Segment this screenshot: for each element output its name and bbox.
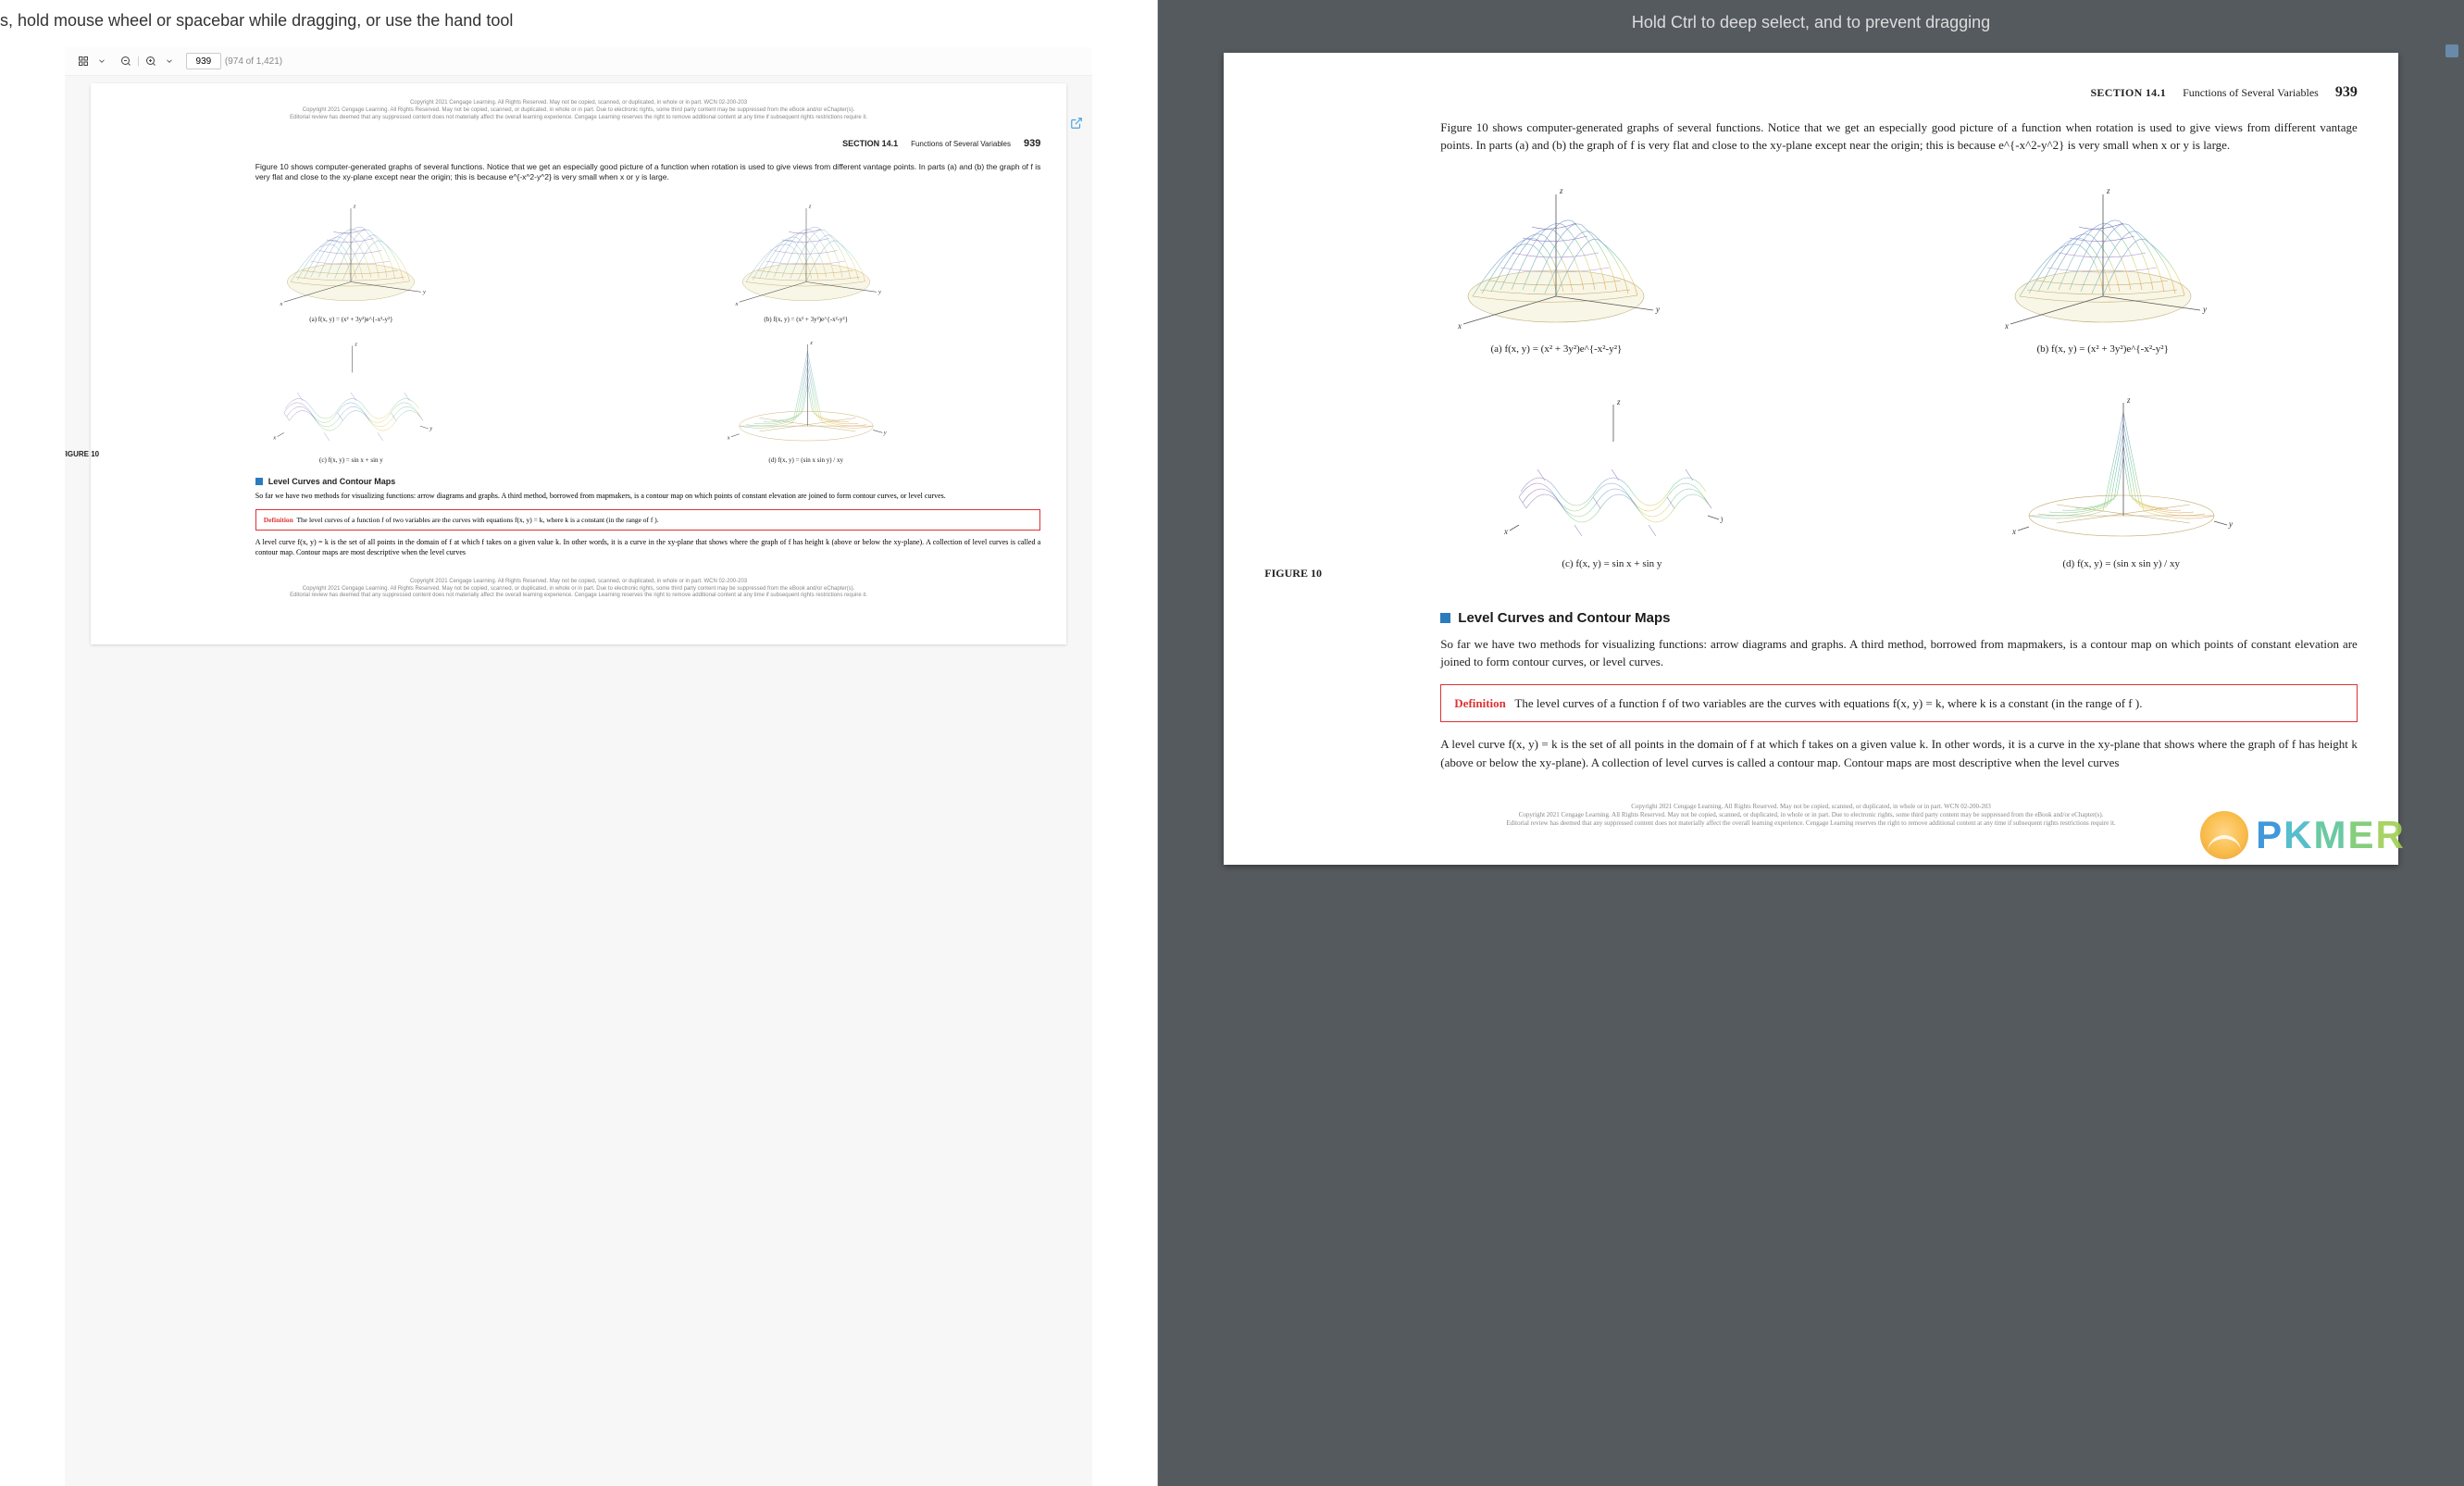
section-label: SECTION 14.1 [842, 139, 898, 148]
graph-c: FIGURE 10 (c) f(x, y) = sin x + sin y [143, 332, 560, 464]
section-label: SECTION 14.1 [2090, 86, 2166, 100]
page-number: 939 [1024, 138, 1040, 149]
chevron-down-icon[interactable] [162, 54, 177, 69]
definition-body: The level curves of a function f of two … [1514, 696, 2142, 710]
bottom-copyright: Copyright 2021 Cengage Learning. All Rig… [117, 579, 1041, 600]
left-pdf-page: Copyright 2021 Cengage Learning. All Rig… [91, 83, 1067, 644]
section-heading: Level Curves and Contour Maps [1440, 610, 2358, 626]
graph-c: (c) f(x, y) = sin x + sin y [1385, 386, 1838, 569]
graph-d-caption: (d) f(x, y) = (sin x sin y) / xy [2062, 558, 2180, 569]
page-total-label: (974 of 1,421) [225, 56, 282, 67]
definition-head: Definition [1454, 696, 1506, 710]
page-header: SECTION 14.1 Functions of Several Variab… [1264, 84, 2358, 101]
graph-d: (d) f(x, y) = (sin x sin y) / xy [597, 332, 1014, 464]
right-pane: Hold Ctrl to deep select, and to prevent… [1158, 0, 2464, 1486]
body-paragraph-2: A level curve f(x, y) = k is the set of … [255, 538, 1041, 558]
graph-c-caption: (c) f(x, y) = sin x + sin y [1562, 558, 1661, 569]
pdf-toolbar: | (974 of 1,421) [65, 47, 1092, 76]
section-heading-text: Level Curves and Contour Maps [1458, 610, 1670, 626]
definition-body: The level curves of a function f of two … [296, 516, 658, 524]
right-pdf-page: SECTION 14.1 Functions of Several Variab… [1224, 53, 2398, 865]
graph-b-caption: (b) f(x, y) = (x² + 3y²)e^{-x²-y²} [764, 316, 848, 323]
zoom-out-icon[interactable] [118, 54, 133, 69]
page-header: SECTION 14.1 Functions of Several Variab… [117, 138, 1041, 149]
blue-square-icon [255, 478, 263, 485]
section-title: Functions of Several Variables [2183, 86, 2319, 100]
chevron-down-icon[interactable] [94, 54, 109, 69]
top-copyright: Copyright 2021 Cengage Learning. All Rig… [117, 100, 1041, 121]
body-paragraph-1: So far we have two methods for visualizi… [1440, 635, 2358, 671]
page-number: 939 [2335, 84, 2358, 101]
bottom-copyright: Copyright 2021 Cengage Learning. All Rig… [1264, 803, 2358, 828]
graph-d: (d) f(x, y) = (sin x sin y) / xy [1895, 386, 2348, 569]
definition-box: Definition The level curves of a functio… [1440, 684, 2358, 723]
intro-paragraph: Figure 10 shows computer-generated graph… [255, 162, 1041, 182]
figure-label: FIGURE 10 [1264, 567, 1385, 581]
graph-a-caption: (a) f(x, y) = (x² + 3y²)e^{-x²-y²} [1491, 343, 1623, 355]
graph-a: (a) f(x, y) = (x² + 3y²)e^{-x²-y²} [143, 192, 560, 323]
figure-grid: (a) f(x, y) = (x² + 3y²)e^{-x²-y²} (b) f… [143, 192, 1015, 464]
corner-indicator [2445, 44, 2458, 57]
figure-label: FIGURE 10 [65, 450, 99, 458]
intro-paragraph: Figure 10 shows computer-generated graph… [1440, 119, 2358, 155]
external-link-icon[interactable] [1070, 117, 1083, 134]
page-number-input[interactable] [186, 53, 221, 69]
section-title: Functions of Several Variables [911, 140, 1011, 148]
graph-a-caption: (a) f(x, y) = (x² + 3y²)e^{-x²-y²} [309, 316, 392, 323]
left-page-scroll[interactable]: Copyright 2021 Cengage Learning. All Rig… [65, 76, 1092, 1486]
body-paragraph-1: So far we have two methods for visualizi… [255, 492, 1041, 502]
body-paragraph-2: A level curve f(x, y) = k is the set of … [1440, 735, 2358, 771]
graph-b: (b) f(x, y) = (x² + 3y²)e^{-x²-y²} [1858, 171, 2348, 355]
graph-b: (b) f(x, y) = (x² + 3y²)e^{-x²-y²} [597, 192, 1014, 323]
definition-head: Definition [264, 516, 293, 524]
blue-square-icon [1440, 613, 1450, 623]
definition-box: Definition The level curves of a functio… [255, 509, 1041, 531]
graph-b-caption: (b) f(x, y) = (x² + 3y²)e^{-x²-y²} [2036, 343, 2168, 355]
left-pane: s, hold mouse wheel or spacebar while dr… [0, 0, 1158, 1486]
right-page-scroll[interactable]: SECTION 14.1 Functions of Several Variab… [1158, 38, 2464, 1486]
graph-c-caption: (c) f(x, y) = sin x + sin y [319, 456, 383, 464]
drag-hint-left: s, hold mouse wheel or spacebar while dr… [0, 0, 1157, 47]
section-heading-text: Level Curves and Contour Maps [268, 477, 396, 486]
drag-hint-right: Hold Ctrl to deep select, and to prevent… [1158, 0, 2464, 38]
graph-a: (a) f(x, y) = (x² + 3y²)e^{-x²-y²} [1311, 171, 1801, 355]
graph-d-caption: (d) f(x, y) = (sin x sin y) / xy [768, 456, 843, 464]
thumbnails-icon[interactable] [76, 54, 91, 69]
section-heading: Level Curves and Contour Maps [255, 477, 1041, 486]
zoom-in-icon[interactable] [143, 54, 158, 69]
figure-grid: (a) f(x, y) = (x² + 3y²)e^{-x²-y²} (b) f… [1311, 171, 2348, 355]
